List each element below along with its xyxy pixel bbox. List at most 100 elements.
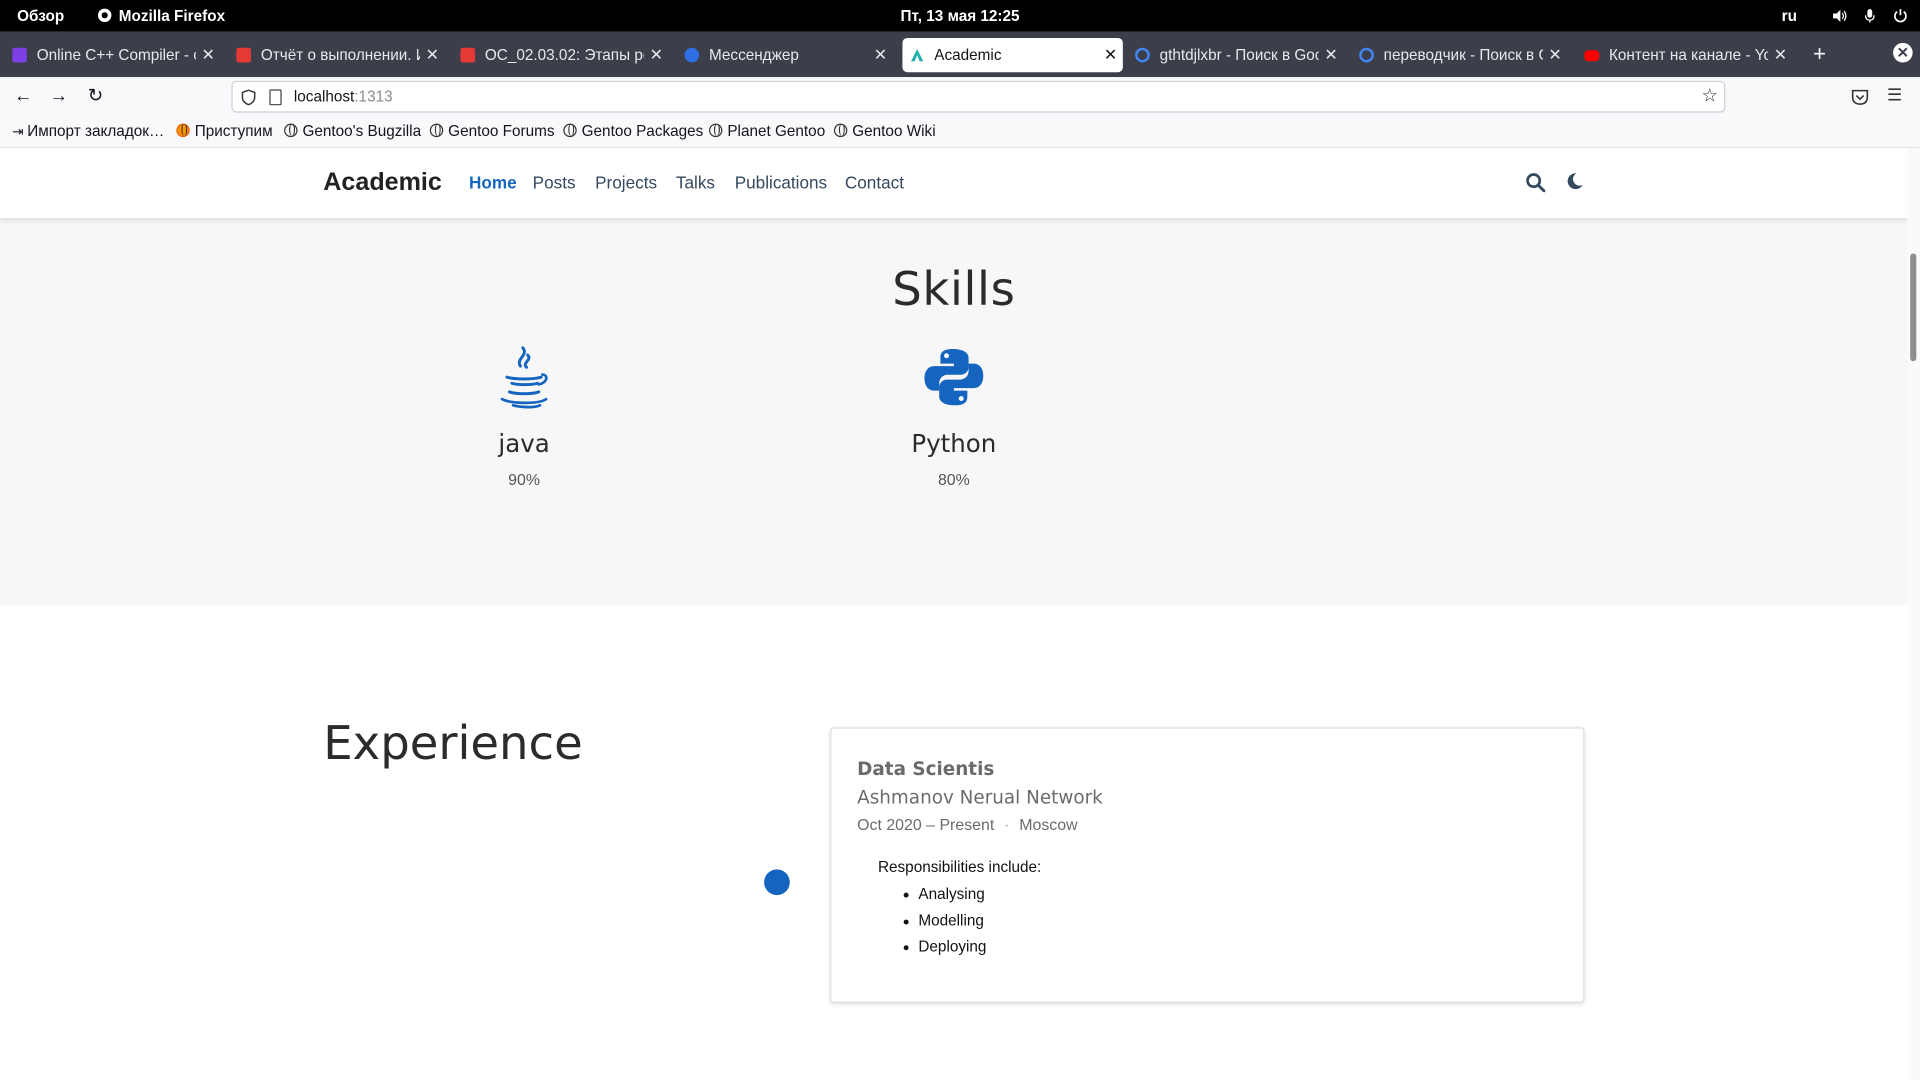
experience-title: Experience	[323, 716, 583, 771]
tab-strip: Online C++ Compiler - onl ✕ Отчёт о выпо…	[0, 31, 1920, 78]
bookmarks-toolbar: ⇥ Импорт закладок… Приступим Gentoo's Bug…	[0, 116, 1920, 149]
browser-tab[interactable]: Мессенджер ✕	[677, 38, 893, 72]
python-icon	[924, 348, 984, 406]
meta-separator: ·	[1004, 815, 1010, 834]
globe-icon	[563, 123, 577, 138]
bookmark-item[interactable]: Gentoo Wiki	[833, 116, 936, 147]
globe-icon	[833, 123, 848, 138]
nav-publications[interactable]: Publications	[735, 173, 827, 193]
list-item: Analysing	[903, 885, 987, 911]
pocket-icon[interactable]	[1851, 88, 1869, 105]
tab-title: Контент на канале - You	[1608, 46, 1769, 64]
tab-title: переводчик - Поиск в Go	[1383, 46, 1543, 64]
address-bar[interactable]: localhost:1313 ☆	[231, 80, 1726, 113]
site-brand[interactable]: Academic	[323, 168, 442, 197]
java-icon	[500, 346, 548, 409]
browser-tab[interactable]: Online C++ Compiler - onl ✕	[5, 38, 221, 72]
bookmark-item[interactable]: Gentoo's Bugzilla	[284, 116, 421, 147]
google-favicon-icon	[1359, 47, 1374, 63]
keyboard-layout-indicator[interactable]: ru	[1782, 0, 1797, 32]
tab-title: Мессенджер	[708, 46, 799, 64]
skill-name: java	[498, 428, 550, 458]
tab-title: ОС_02.03.02: Этапы реа	[484, 46, 645, 64]
back-button[interactable]: ←	[11, 84, 35, 108]
scrollbar-thumb[interactable]	[1910, 253, 1917, 362]
tab-close-icon[interactable]: ✕	[649, 38, 664, 72]
bookmark-item[interactable]: Gentoo Forums	[429, 116, 555, 147]
globe-icon	[284, 123, 298, 138]
tab-favicon-icon	[236, 47, 252, 63]
experience-description: Responsibilities include:	[877, 858, 1042, 876]
experience-role: Data Scientis	[857, 757, 995, 781]
globe-icon	[708, 123, 723, 138]
volume-icon	[1833, 9, 1847, 23]
navigation-toolbar: ← → ↻ localhost:1313 ☆ ☰	[0, 77, 1920, 117]
youtube-favicon-icon	[1584, 50, 1600, 62]
search-icon[interactable]	[1526, 173, 1546, 193]
system-status-area[interactable]	[1832, 0, 1908, 32]
new-tab-button[interactable]: +	[1810, 38, 1830, 70]
nav-home[interactable]: Home	[469, 173, 517, 193]
experience-company: Ashmanov Nerual Network	[857, 786, 1103, 809]
skill-item: java 90%	[402, 345, 647, 489]
skill-item: Python 80%	[831, 345, 1076, 489]
nav-projects[interactable]: Projects	[595, 173, 657, 193]
browser-tab[interactable]: Контент на канале - You ✕	[1577, 38, 1793, 72]
menu-hamburger-icon[interactable]: ☰	[1887, 84, 1902, 105]
tab-title: Online C++ Compiler - onl	[36, 46, 196, 64]
clock[interactable]: Пт, 13 мая 12:25	[0, 0, 1920, 32]
tab-close-icon[interactable]: ✕	[201, 38, 216, 72]
experience-bullets: Analysing Modelling Deploying	[903, 885, 987, 964]
tab-favicon-icon	[12, 47, 27, 63]
system-top-bar: Обзор Mozilla Firefox Пт, 13 мая 12:25 r…	[0, 0, 1920, 32]
site-navbar: Academic Home Posts Projects Talks Publi…	[0, 148, 1908, 218]
nav-contact[interactable]: Contact	[845, 173, 904, 193]
web-page: Academic Home Posts Projects Talks Publi…	[0, 148, 1908, 1080]
url-text[interactable]: localhost:1313	[294, 82, 393, 111]
google-favicon-icon	[1135, 47, 1150, 63]
bookmark-item[interactable]: ⇥ Импорт закладок…	[12, 116, 164, 148]
bookmark-item[interactable]: Приступим	[176, 116, 273, 147]
globe-icon	[429, 123, 444, 138]
tab-close-icon[interactable]: ✕	[1324, 38, 1339, 72]
dark-mode-moon-icon[interactable]	[1566, 173, 1583, 190]
skill-percent: 90%	[508, 470, 541, 489]
page-icon	[269, 89, 282, 106]
experience-location: Moscow	[1019, 815, 1078, 834]
tab-close-icon[interactable]: ✕	[1103, 38, 1118, 72]
skill-name: Python	[911, 428, 997, 458]
close-window-button[interactable]: ✕	[1893, 42, 1913, 63]
experience-dates: Oct 2020 – Present	[857, 815, 995, 834]
bookmark-item[interactable]: Gentoo Packages	[563, 116, 703, 147]
nav-talks[interactable]: Talks	[676, 173, 715, 193]
microphone-icon	[1864, 9, 1875, 23]
skills-section: Skills java 90% Python 80%	[0, 217, 1908, 605]
skills-title: Skills	[892, 262, 1016, 316]
timeline-dot	[764, 869, 790, 896]
skill-percent: 80%	[937, 470, 970, 489]
shield-icon[interactable]	[241, 89, 256, 106]
browser-tab[interactable]: gthtdjlxbr - Поиск в Goog ✕	[1128, 38, 1344, 72]
experience-card: Data Scientis Ashmanov Nerual Network Oc…	[830, 727, 1585, 1003]
browser-tab[interactable]: переводчик - Поиск в Go ✕	[1352, 38, 1568, 72]
tab-title: gthtdjlxbr - Поиск в Goog	[1159, 46, 1319, 64]
list-item: Modelling	[903, 912, 987, 938]
bookmark-star-icon[interactable]: ☆	[1701, 84, 1717, 107]
reload-button[interactable]: ↻	[83, 84, 107, 108]
browser-tab-active[interactable]: Academic ✕	[902, 37, 1123, 73]
browser-tab[interactable]: ОС_02.03.02: Этапы реа ✕	[453, 38, 669, 72]
tab-favicon-icon	[684, 47, 700, 63]
forward-button[interactable]: →	[47, 84, 71, 108]
tab-close-icon[interactable]: ✕	[1773, 38, 1788, 72]
tab-favicon-icon	[460, 47, 476, 63]
bookmark-item[interactable]: Planet Gentoo	[708, 116, 825, 147]
nav-posts[interactable]: Posts	[533, 173, 576, 193]
browser-tab[interactable]: Отчёт о выполнении. Ин ✕	[229, 38, 445, 72]
tab-close-icon[interactable]: ✕	[873, 38, 888, 72]
power-icon	[1894, 9, 1907, 23]
tab-close-icon[interactable]: ✕	[425, 38, 440, 72]
list-item: Deploying	[903, 938, 986, 964]
experience-meta: Oct 2020 – Present · Moscow	[857, 816, 1077, 834]
tab-title: Отчёт о выполнении. Ин	[260, 46, 421, 64]
tab-close-icon[interactable]: ✕	[1548, 38, 1563, 72]
